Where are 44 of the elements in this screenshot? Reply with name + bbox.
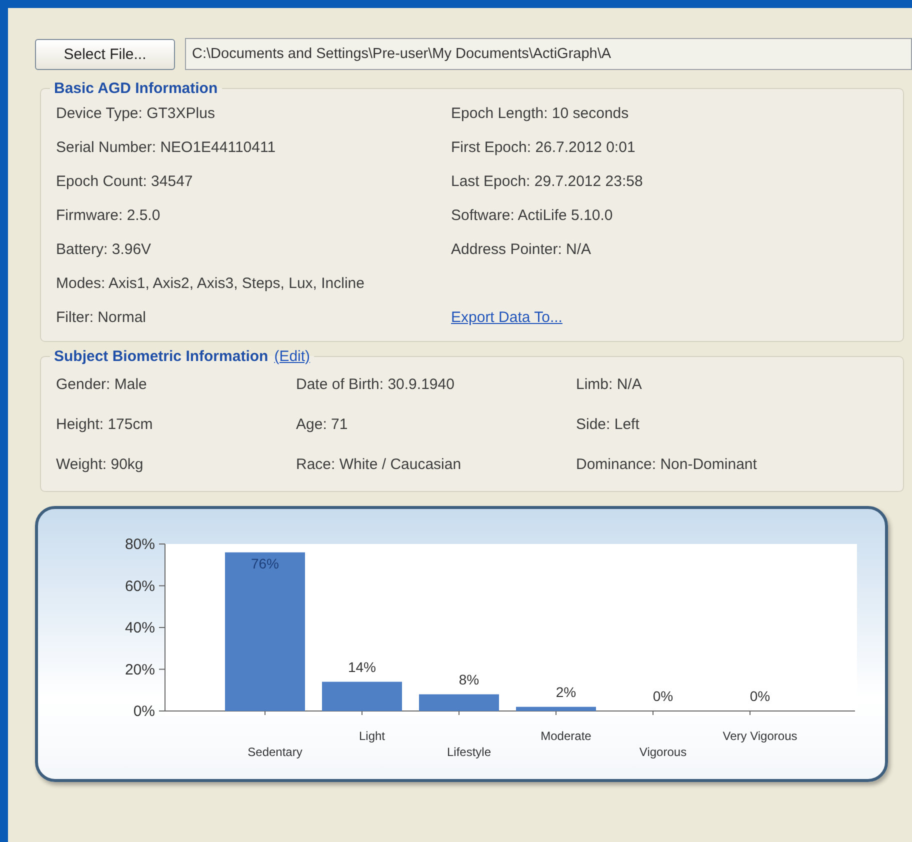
export-link[interactable]: Export Data To... xyxy=(451,301,903,335)
axis-tick-label: 80% xyxy=(124,536,155,553)
info-text: Date of Birth: 30.9.1940 xyxy=(296,375,456,395)
axis-tick-label: 0% xyxy=(133,703,155,720)
value-label: 0% xyxy=(750,688,770,704)
info-text: Weight: 90kg xyxy=(56,455,144,475)
info-text: Side: Left xyxy=(576,415,640,435)
info-text: Dominance: Non-Dominant xyxy=(576,455,758,475)
category-label: Sedentary xyxy=(248,745,302,759)
value-label: 14% xyxy=(348,658,376,675)
axis-tick-label: 40% xyxy=(124,620,155,636)
value-label: 76% xyxy=(250,555,280,572)
info-text: Filter: Normal xyxy=(56,308,148,328)
file-path-field[interactable]: C:\Documents and Settings\Pre-user\My Documents\ActiGraph\A xyxy=(185,38,912,70)
select-file-button[interactable]: Select File... xyxy=(35,38,175,70)
edit-link[interactable]: (Edit) xyxy=(274,348,310,365)
category-label: Lifestyle xyxy=(446,745,492,759)
value-label: 2% xyxy=(556,684,576,700)
info-text: Epoch Length: 10 seconds xyxy=(451,104,630,124)
info-text: Limb: N/A xyxy=(576,375,643,395)
category-label: Very Vigorous xyxy=(722,729,798,743)
category-label: Light xyxy=(358,729,386,743)
info-text: Serial Number: NEO1E44110411 xyxy=(56,138,277,158)
info-text: Gender: Male xyxy=(56,375,148,395)
info-text: Firmware: 2.5.0 xyxy=(56,206,162,226)
axis-tick-label: 20% xyxy=(124,661,155,678)
category-label: Moderate xyxy=(540,729,592,743)
info-text: Race: White / Caucasian xyxy=(296,455,462,475)
value-label: 8% xyxy=(458,671,480,688)
info-text: Last Epoch: 29.7.2012 23:58 xyxy=(451,172,644,192)
value-label: 0% xyxy=(652,688,674,704)
section-title: Subject Biometric Information xyxy=(54,348,268,365)
info-text: Height: 175cm xyxy=(56,415,154,435)
info-text: First Epoch: 26.7.2012 0:01 xyxy=(451,138,636,158)
info-text: Age: 71 xyxy=(296,415,349,435)
info-text: Device Type: GT3XPlus xyxy=(56,104,216,124)
info-text: Address Pointer: N/A xyxy=(451,240,592,260)
section-title: Basic AGD Information xyxy=(54,80,218,97)
info-text: Software: ActiLife 5.10.0 xyxy=(451,206,614,226)
info-text: Battery: 3.96V xyxy=(56,240,152,260)
info-text: Epoch Count: 34547 xyxy=(56,172,194,192)
info-text: Modes: Axis1, Axis2, Axis3, Steps, Lux, Incline xyxy=(56,274,366,294)
category-label: Vigorous xyxy=(639,745,687,759)
axis-tick-label: 60% xyxy=(124,578,155,595)
